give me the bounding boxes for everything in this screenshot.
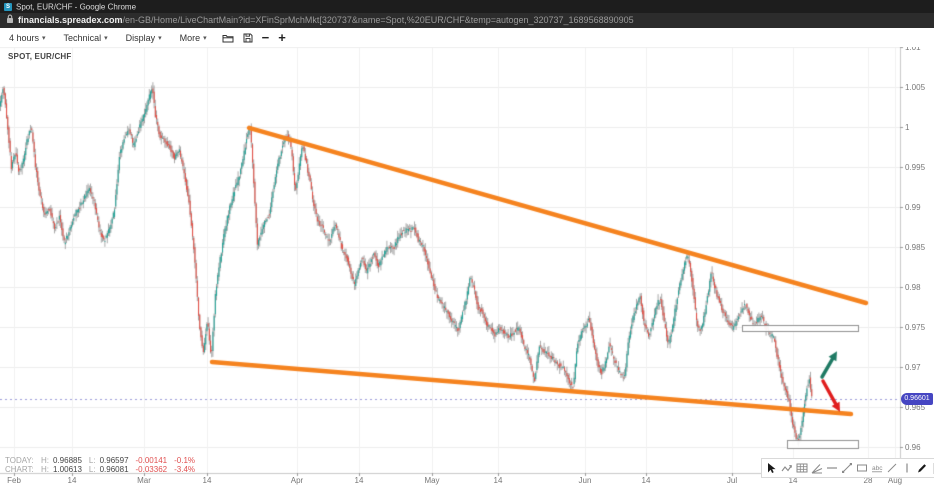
today-change: -0.00141 — [136, 456, 168, 465]
low-label: L: — [89, 456, 96, 465]
zoom-out-button[interactable]: − — [262, 33, 270, 43]
pointer-tool-button[interactable] — [766, 462, 778, 475]
save-chart-button[interactable] — [243, 33, 253, 43]
fan-lines-icon — [811, 462, 823, 474]
current-price-badge: 0.96601 — [901, 393, 933, 405]
chevron-down-icon: ▾ — [203, 34, 207, 42]
chart-high: 1.00613 — [53, 465, 82, 474]
zigzag-arrow-icon — [781, 462, 793, 474]
x-tick-label: 14 — [68, 476, 77, 485]
horizontal-line-tool-button[interactable] — [826, 462, 838, 475]
lock-icon — [6, 14, 14, 24]
window-titlebar[interactable]: S Spot, EUR/CHF - Google Chrome — [0, 0, 934, 13]
menu-label: Display — [126, 33, 156, 43]
high-label: H: — [41, 456, 49, 465]
y-tick-label: 0.985 — [905, 243, 925, 252]
rectangle-tool-button[interactable] — [856, 462, 868, 475]
fan-lines-tool-button[interactable] — [811, 462, 823, 475]
x-tick-label: Mar — [137, 476, 151, 485]
grid-icon — [796, 462, 808, 474]
chart-toolbar: 4 hours▾Technical▾Display▾More▾ − + — [0, 28, 934, 47]
url-domain: financials.spreadex.com — [18, 15, 123, 25]
vertical-line-icon — [901, 462, 913, 474]
menu-label: More — [180, 33, 201, 43]
vertical-line-tool-button[interactable] — [901, 462, 913, 475]
instrument-label: SPOT, EUR/CHF — [8, 52, 72, 61]
x-tick-label: Jul — [727, 476, 737, 485]
x-tick-label: 14 — [642, 476, 651, 485]
ray-line-tool-button[interactable] — [886, 462, 898, 475]
marker-icon — [916, 462, 928, 474]
open-chart-button[interactable] — [222, 33, 234, 43]
menu-label: Technical — [64, 33, 102, 43]
chevron-down-icon: ▾ — [42, 34, 46, 42]
url-path: /en-GB/Home/LiveChartMain?id=XFinSprMchM… — [123, 15, 634, 25]
svg-text:abc: abc — [872, 465, 883, 472]
chart-change: -0.03362 — [136, 465, 168, 474]
trend-line-tool-button[interactable] — [841, 462, 853, 475]
x-tick-label: May — [424, 476, 439, 485]
y-tick-label: 1.005 — [905, 83, 925, 92]
low-label: L: — [89, 465, 96, 474]
x-tick-label: Apr — [291, 476, 303, 485]
y-tick-label: 0.99 — [905, 203, 921, 212]
chevron-down-icon: ▾ — [158, 34, 162, 42]
y-tick-label: 0.98 — [905, 283, 921, 292]
menu-timeframe[interactable]: 4 hours▾ — [0, 33, 55, 43]
today-stats-row: TODAY:H: 0.96885 L: 0.96597 -0.00141 -0.1% — [5, 456, 202, 465]
rectangle-icon — [856, 462, 868, 474]
menu-display[interactable]: Display▾ — [117, 33, 171, 43]
zigzag-arrow-tool-button[interactable] — [781, 462, 793, 475]
y-tick-label: 0.995 — [905, 163, 925, 172]
y-tick-label: 1 — [905, 123, 909, 132]
x-tick-label: 14 — [494, 476, 503, 485]
chart-label: CHART: — [5, 465, 41, 474]
chart-stats-row: CHART:H: 1.00613 L: 0.96081 -0.03362 -3.4% — [5, 465, 202, 474]
x-tick-label: 14 — [355, 476, 364, 485]
y-tick-label: 0.975 — [905, 323, 925, 332]
menu-more[interactable]: More▾ — [171, 33, 216, 43]
zoom-in-button[interactable]: + — [278, 33, 286, 43]
text-tool-icon: abc — [871, 462, 883, 474]
price-chart-canvas[interactable] — [0, 0, 934, 493]
menu-technical[interactable]: Technical▾ — [55, 33, 117, 43]
chart-low: 0.96081 — [100, 465, 129, 474]
folder-icon — [222, 33, 234, 43]
menu-label: 4 hours — [9, 33, 39, 43]
chevron-down-icon: ▾ — [104, 34, 108, 42]
toolbar-buttons: − + — [222, 33, 286, 43]
ray-line-icon — [886, 462, 898, 474]
today-label: TODAY: — [5, 456, 41, 465]
high-label: H: — [41, 465, 49, 474]
chart-change-pct: -3.4% — [174, 465, 195, 474]
horizontal-line-icon — [826, 462, 838, 474]
browser-window: S Spot, EUR/CHF - Google Chrome financial… — [0, 0, 934, 493]
today-low: 0.96597 — [100, 456, 129, 465]
x-tick-label: 14 — [203, 476, 212, 485]
toolbar-menus: 4 hours▾Technical▾Display▾More▾ — [0, 33, 216, 43]
price-stats: TODAY:H: 0.96885 L: 0.96597 -0.00141 -0.1% CH… — [5, 456, 202, 474]
window-title: Spot, EUR/CHF - Google Chrome — [16, 2, 136, 11]
site-favicon: S — [4, 3, 12, 11]
y-tick-label: 0.97 — [905, 363, 921, 372]
x-tick-label: Jun — [579, 476, 592, 485]
grid-tool-button[interactable] — [796, 462, 808, 475]
x-tick-label: Feb — [7, 476, 21, 485]
today-change-pct: -0.1% — [174, 456, 195, 465]
drawing-toolbar: abc✕ — [761, 458, 934, 478]
pointer-icon — [766, 462, 778, 474]
today-high: 0.96885 — [53, 456, 82, 465]
y-tick-label: 0.96 — [905, 443, 921, 452]
save-icon — [243, 33, 253, 43]
address-bar[interactable]: financials.spreadex.com/en-GB/Home/LiveC… — [0, 13, 934, 28]
trend-line-icon — [841, 462, 853, 474]
marker-tool-button[interactable] — [916, 462, 928, 475]
text-tool-tool-button[interactable]: abc — [871, 462, 883, 475]
